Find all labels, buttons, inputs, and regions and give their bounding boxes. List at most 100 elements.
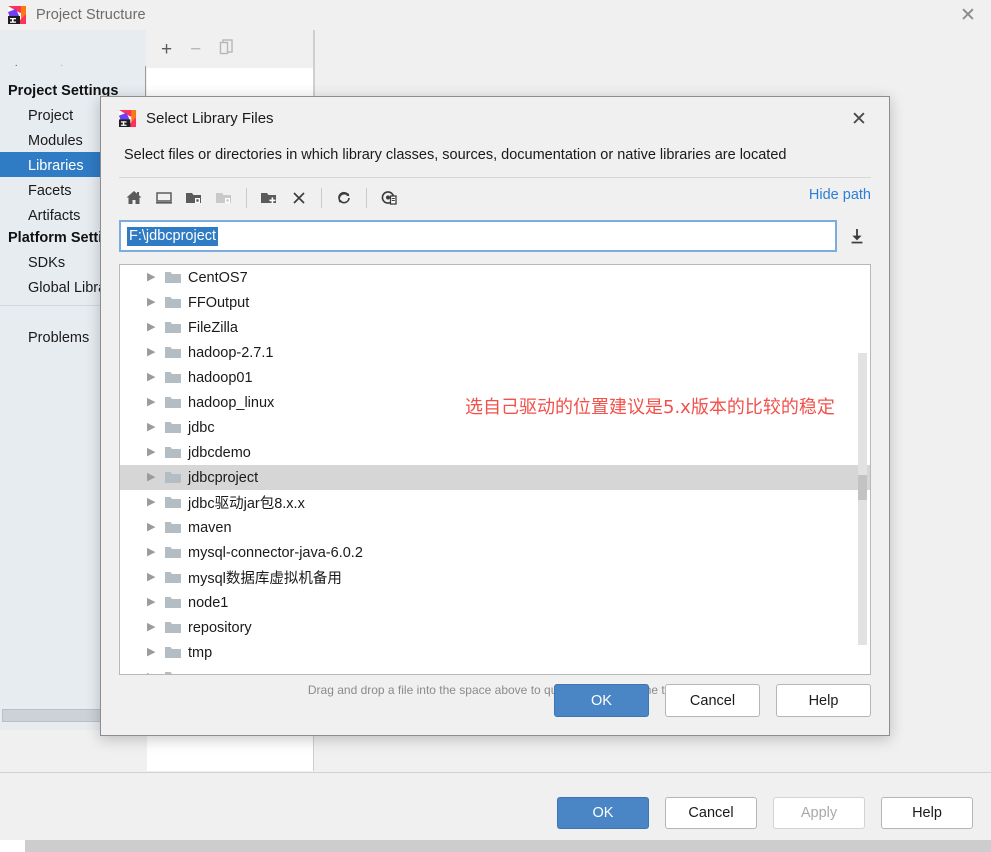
desktop-icon[interactable] [149, 184, 179, 212]
expand-arrow-icon[interactable]: ▶ [147, 497, 165, 508]
window-titlebar: Project Structure ✕ [0, 0, 991, 30]
tree-row[interactable]: ▶ hadoop-2.7.1 [120, 340, 870, 365]
expand-arrow-icon[interactable]: ▶ [147, 322, 165, 333]
folder-icon [165, 296, 188, 309]
status-bar [0, 840, 991, 852]
tree-row[interactable]: ▶ tmp [120, 640, 870, 665]
status-bar-left-cap [0, 840, 25, 852]
tree-row[interactable]: ▶ mysql数据库虚拟机备用 [120, 565, 870, 590]
dialog-close-icon[interactable]: ✕ [839, 104, 879, 134]
show-hidden-icon[interactable] [374, 184, 404, 212]
tree-scrollbar-thumb[interactable] [858, 475, 867, 500]
pane-divider [314, 30, 315, 101]
annotation-text: 选自己驱动的位置建议是5.x版本的比较的稳定 [465, 397, 835, 418]
folder-icon [165, 321, 188, 334]
tree-row-label: CentOS7 [188, 269, 248, 286]
home-icon[interactable] [119, 184, 149, 212]
delete-icon[interactable] [284, 184, 314, 212]
dialog-title: Select Library Files [146, 109, 274, 127]
folder-icon [165, 571, 188, 584]
copy-icon [219, 39, 234, 59]
dialog-titlebar: Select Library Files ✕ [101, 97, 889, 139]
tree-row[interactable]: ▶ maven [120, 515, 870, 540]
expand-arrow-icon[interactable]: ▶ [147, 422, 165, 433]
tree-row-label: maven [188, 519, 232, 536]
folder-icon [165, 546, 188, 559]
folder-icon [165, 496, 188, 509]
window-ok-button[interactable]: OK [557, 797, 649, 829]
expand-arrow-icon[interactable]: ▶ [147, 622, 165, 633]
expand-arrow-icon[interactable]: ▶ [147, 597, 165, 608]
window-title: Project Structure [36, 7, 146, 23]
intellij-idea-icon [8, 6, 26, 24]
dialog-help-button[interactable]: Help [776, 684, 871, 717]
expand-arrow-icon[interactable]: ▶ [147, 572, 165, 583]
tree-row[interactable]: ▶ jdbc驱动jar包8.x.x [120, 490, 870, 515]
expand-arrow-icon[interactable]: ▶ [147, 372, 165, 383]
tree-row-selected[interactable]: ▶ jdbcproject [120, 465, 870, 490]
expand-arrow-icon[interactable]: ▶ [147, 397, 165, 408]
folder-icon [165, 271, 188, 284]
project-folder-icon[interactable] [179, 184, 209, 212]
expand-arrow-icon[interactable]: ▶ [147, 447, 165, 458]
intellij-idea-icon [119, 109, 136, 127]
tree-row[interactable]: ▶ mysql-connector-java-6.0.2 [120, 540, 870, 565]
tree-row-label: tmp [188, 644, 213, 661]
folder-icon [165, 596, 188, 609]
expand-arrow-icon[interactable]: ▶ [147, 272, 165, 283]
expand-arrow-icon[interactable]: ▶ [147, 647, 165, 658]
tree-row[interactable]: ▶ FFOutput [120, 290, 870, 315]
toolbar-separator [246, 188, 247, 208]
select-library-files-dialog: Select Library Files ✕ Select files or d… [100, 96, 890, 736]
libraries-list-pane-lower[interactable] [147, 735, 314, 771]
tree-row-label: hadoop_linux [188, 394, 275, 411]
new-folder-icon[interactable] [254, 184, 284, 212]
tree-row-label: mysql-connector-java-6.0.2 [188, 544, 363, 561]
tree-row[interactable]: ▶ hadoop01 [120, 365, 870, 390]
window-button-bar: OK Cancel Apply Help [0, 772, 991, 840]
dialog-subtitle: Select files or directories in which lib… [124, 147, 787, 163]
file-tree-list: ▶ CentOS7 ▶ FFOutput ▶ FileZilla ▶ hadoo… [120, 265, 870, 675]
tree-row[interactable]: ▶ jdbcdemo [120, 440, 870, 465]
file-tree[interactable]: ▶ CentOS7 ▶ FFOutput ▶ FileZilla ▶ hadoo… [119, 264, 871, 675]
folder-icon [165, 446, 188, 459]
remove-icon: − [190, 38, 202, 60]
tree-row-label: node1 [188, 594, 229, 611]
folder-icon [165, 621, 188, 634]
window-close-icon[interactable]: ✕ [945, 0, 991, 30]
tree-row-label: FileZilla [188, 319, 238, 336]
project-structure-window: Project Structure ✕ ← → Project Settings… [0, 0, 991, 852]
tree-row[interactable]: ▶ node1 [120, 590, 870, 615]
dialog-cancel-button[interactable]: Cancel [665, 684, 760, 717]
module-folder-icon [209, 184, 239, 212]
collapse-all-icon[interactable] [843, 220, 871, 252]
folder-icon [165, 346, 188, 359]
refresh-icon[interactable] [329, 184, 359, 212]
hide-path-link[interactable]: Hide path [809, 187, 871, 203]
tree-row[interactable]: ▶ repository [120, 615, 870, 640]
dialog-ok-button[interactable]: OK [554, 684, 649, 717]
tree-row[interactable]: ▶ FileZilla [120, 315, 870, 340]
tree-row-label: mysql数据库虚拟机备用 [188, 571, 342, 587]
toolbar-separator [321, 188, 322, 208]
expand-arrow-icon[interactable]: ▶ [147, 347, 165, 358]
folder-icon [165, 646, 188, 659]
tree-row-partial[interactable]: ▶ [120, 665, 870, 675]
tree-row-label: hadoop01 [188, 369, 253, 386]
expand-arrow-icon[interactable]: ▶ [147, 297, 165, 308]
window-help-button[interactable]: Help [881, 797, 973, 829]
expand-arrow-icon[interactable]: ▶ [147, 547, 165, 558]
tree-row[interactable]: ▶ CentOS7 [120, 265, 870, 290]
tree-row-label: jdbcproject [188, 469, 259, 486]
tree-row-label: jdbcdemo [188, 444, 251, 461]
expand-arrow-icon[interactable]: ▶ [147, 472, 165, 483]
folder-icon [165, 671, 188, 674]
tree-row-label: repository [188, 619, 252, 636]
expand-arrow-icon[interactable]: ▶ [147, 522, 165, 533]
window-cancel-button[interactable]: Cancel [665, 797, 757, 829]
path-input[interactable]: F:\jdbcproject [119, 220, 837, 252]
add-icon[interactable]: + [161, 40, 172, 59]
tree-vertical-scrollbar[interactable] [858, 353, 867, 645]
path-input-value: F:\jdbcproject [127, 226, 219, 246]
expand-arrow-icon[interactable]: ▶ [147, 672, 165, 675]
